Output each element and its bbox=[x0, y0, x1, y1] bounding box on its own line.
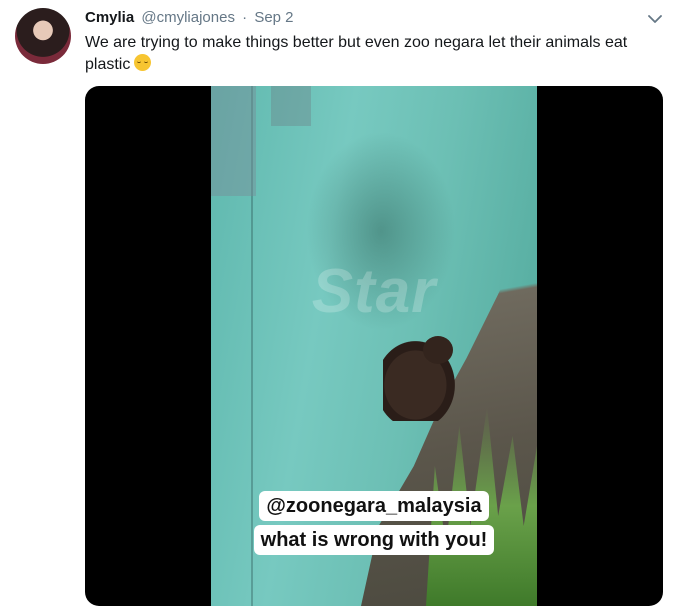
video-caption: @zoonegara_malaysia what is wrong with y… bbox=[226, 491, 522, 555]
avatar[interactable] bbox=[15, 8, 71, 64]
watermark: Star bbox=[311, 257, 437, 326]
tweet-text-body: We are trying to make things better but … bbox=[85, 34, 628, 73]
animal-head bbox=[423, 336, 453, 364]
separator-dot: · bbox=[242, 9, 248, 26]
tweet-date[interactable]: Sep 2 bbox=[254, 9, 293, 26]
tweet-text: We are trying to make things better but … bbox=[85, 32, 655, 76]
tweet-header: Cmylia @cmyliajones · Sep 2 bbox=[85, 8, 294, 28]
caption-line-2: what is wrong with you! bbox=[253, 525, 495, 555]
author-name[interactable]: Cmylia bbox=[85, 9, 134, 26]
video-frame[interactable]: Star @zoonegara_malaysia what is wrong w… bbox=[211, 86, 537, 606]
author-handle[interactable]: @cmyliajones bbox=[141, 9, 235, 26]
tweet[interactable]: Cmylia @cmyliajones · Sep 2 We are tryin… bbox=[0, 0, 680, 606]
caption-line-1: @zoonegara_malaysia bbox=[259, 491, 489, 521]
tweet-media-video[interactable]: Star @zoonegara_malaysia what is wrong w… bbox=[85, 86, 663, 606]
chevron-down-icon[interactable] bbox=[646, 10, 664, 28]
relieved-face-emoji-icon bbox=[134, 54, 152, 71]
